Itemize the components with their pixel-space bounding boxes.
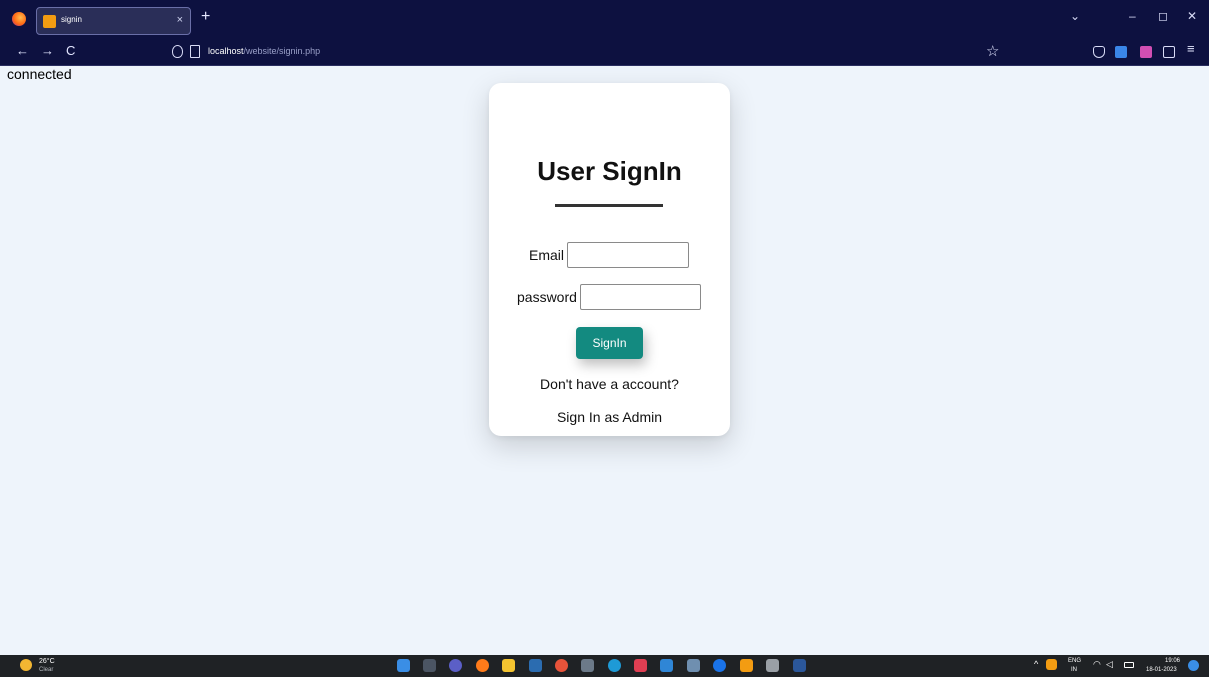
- reload-button[interactable]: C: [66, 43, 75, 58]
- tracking-shield-icon[interactable]: [172, 45, 183, 58]
- tray-app-icon[interactable]: [1046, 659, 1057, 670]
- app-icon[interactable]: [634, 659, 647, 672]
- show-hidden-icons-icon[interactable]: ^: [1034, 659, 1038, 669]
- tab-signin[interactable]: signin ×: [36, 7, 191, 35]
- firefox-taskbar-icon[interactable]: [476, 659, 489, 672]
- file-explorer-icon[interactable]: [502, 659, 515, 672]
- tab-close-icon[interactable]: ×: [177, 14, 183, 26]
- app-icon[interactable]: [555, 659, 568, 672]
- extension-icon[interactable]: [1115, 46, 1127, 58]
- xampp-favicon-icon: [43, 15, 56, 28]
- wifi-icon[interactable]: ◠: [1093, 659, 1101, 670]
- vscode-icon[interactable]: [660, 659, 673, 672]
- xampp-icon[interactable]: [740, 659, 753, 672]
- clock-time[interactable]: 19:06: [1165, 658, 1180, 664]
- app-icon[interactable]: [581, 659, 594, 672]
- word-icon[interactable]: [793, 659, 806, 672]
- weather-temperature[interactable]: 26°C: [39, 658, 55, 665]
- moon-weather-icon[interactable]: [20, 659, 32, 671]
- start-icon[interactable]: [397, 659, 410, 672]
- language-indicator[interactable]: ENG: [1068, 658, 1081, 664]
- page-title: User SignIn: [537, 156, 682, 186]
- page-info-icon[interactable]: [190, 45, 200, 58]
- url-path: /website/signin.php: [243, 46, 321, 56]
- volume-icon[interactable]: ◁: [1106, 659, 1113, 670]
- register-link[interactable]: Don't have a account?: [489, 376, 730, 392]
- pocket-icon[interactable]: [1093, 46, 1105, 58]
- signin-button[interactable]: SignIn: [576, 327, 643, 359]
- list-tabs-icon[interactable]: ⌄: [1070, 9, 1080, 23]
- browser-nav-bar: ← → C localhost/website/signin.php ☆ ≡: [0, 38, 1209, 66]
- weather-condition[interactable]: Clear: [39, 667, 53, 673]
- restore-button[interactable]: ◻: [1158, 9, 1168, 23]
- email-label: Email: [529, 247, 565, 263]
- address-bar[interactable]: localhost/website/signin.php: [160, 40, 1010, 64]
- teams-icon[interactable]: [449, 659, 462, 672]
- close-window-button[interactable]: ✕: [1187, 9, 1197, 23]
- database-icon[interactable]: [766, 659, 779, 672]
- title-underline: [555, 204, 663, 207]
- app-icon[interactable]: [687, 659, 700, 672]
- share-icon[interactable]: [1163, 46, 1175, 58]
- firefox-logo-icon[interactable]: [12, 12, 26, 26]
- chrome-icon[interactable]: [713, 659, 726, 672]
- edge-icon[interactable]: [608, 659, 621, 672]
- region-indicator[interactable]: IN: [1071, 667, 1077, 673]
- notification-icon[interactable]: [1188, 660, 1199, 671]
- extension-icon[interactable]: [1140, 46, 1152, 58]
- app-menu-icon[interactable]: ≡: [1187, 41, 1195, 56]
- email-field[interactable]: [567, 242, 689, 268]
- forward-button[interactable]: →: [41, 43, 54, 58]
- battery-icon[interactable]: [1124, 662, 1134, 668]
- task-view-icon[interactable]: [423, 659, 436, 672]
- password-field[interactable]: [580, 284, 701, 310]
- connection-status: connected: [7, 66, 72, 82]
- signin-card: User SignIn Email password SignIn Don't …: [489, 83, 730, 436]
- minimize-button[interactable]: –: [1129, 9, 1136, 23]
- password-label: password: [517, 289, 577, 305]
- tab-title: signin: [61, 15, 82, 24]
- back-button[interactable]: ←: [16, 43, 29, 58]
- browser-tab-bar: signin × + ⌄ – ◻ ✕: [0, 0, 1209, 38]
- url-text[interactable]: localhost/website/signin.php: [208, 46, 320, 56]
- taskbar: 26°C Clear ^ ENG IN ◠ ◁ 19:06 18-01-2023: [0, 655, 1209, 677]
- intellij-icon[interactable]: [529, 659, 542, 672]
- new-tab-button[interactable]: +: [201, 8, 210, 26]
- bookmark-star-icon[interactable]: ☆: [986, 42, 999, 60]
- admin-signin-link[interactable]: Sign In as Admin: [489, 409, 730, 425]
- clock-date[interactable]: 18-01-2023: [1146, 667, 1177, 673]
- url-host: localhost: [208, 46, 244, 56]
